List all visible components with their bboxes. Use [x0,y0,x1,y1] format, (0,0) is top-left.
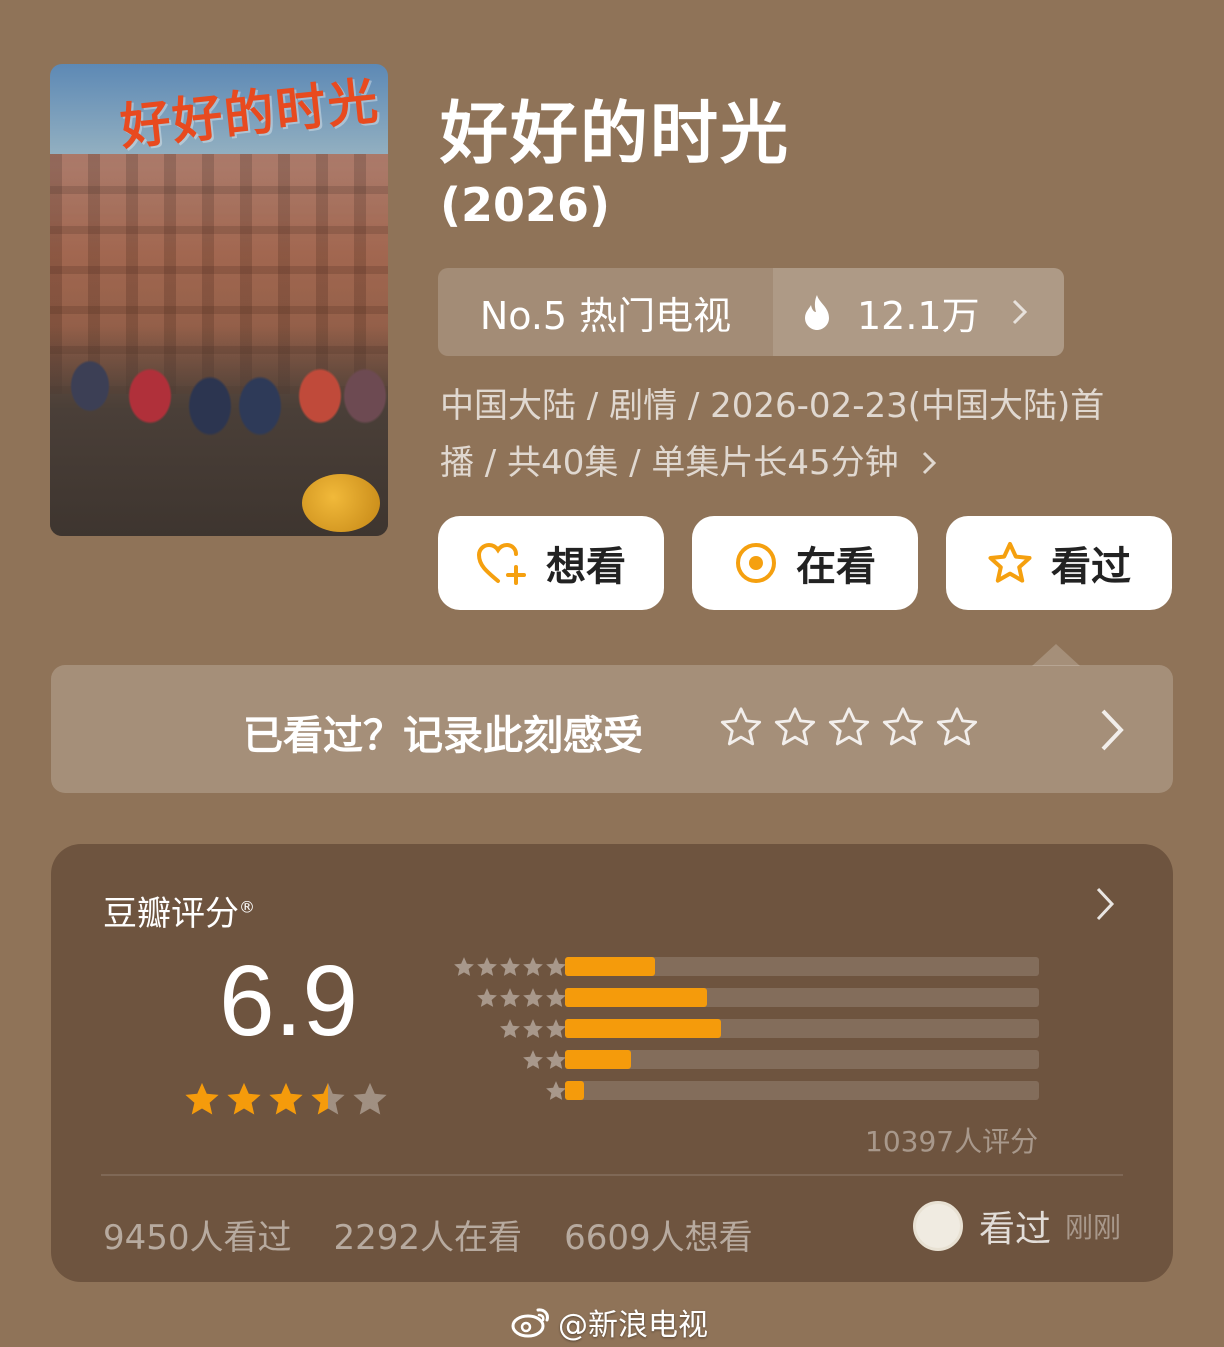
distribution-stars [545,1080,567,1101]
target-icon [736,543,776,583]
my-status-label: 看过 [978,1209,1051,1250]
distribution-track [565,1050,1039,1069]
small-star-icon [523,1050,543,1069]
watched-button[interactable]: 看过 [946,516,1172,610]
score-star [269,1082,303,1115]
weibo-watermark: @新浪电视 [510,1300,708,1344]
rating-count: 10397人评分 [865,1125,1039,1158]
heat-section[interactable]: 12.1万 [773,268,1064,356]
distribution-row [429,987,1049,1007]
score-stars [183,1080,389,1118]
heat-value: 12.1万 [857,293,980,338]
rate-stars[interactable] [719,705,979,749]
score-star [227,1082,261,1115]
small-star-icon [546,1081,566,1100]
distribution-bar [565,988,708,1007]
score-star [311,1082,345,1115]
distribution-bar [565,1050,632,1069]
distribution-row [429,1018,1049,1038]
watched-label: 看过 [1051,544,1131,590]
poster-image[interactable]: 好好的时光 [50,64,388,536]
small-star-icon [477,988,497,1007]
small-star-icon [477,957,497,976]
watch-stats: 9450人看过 2292人在看 6609人想看 [103,1210,753,1259]
distribution-row [429,1049,1049,1069]
small-star-icon [500,1019,520,1038]
distribution-stars [499,1018,567,1039]
flame-icon [805,295,829,330]
meta-line-2: 播 / 共40集 / 单集片长45分钟 [440,435,1160,492]
rank-badge[interactable]: No.5 热门电视 12.1万 [438,268,1064,356]
distribution-stars [522,1049,567,1070]
poster-title-art: 好好的时光 [117,70,383,157]
douban-rating-card[interactable]: 豆瓣评分® 6.9 10397人评分 9450人看过 2292人在看 6609人… [51,844,1173,1282]
watching-button[interactable]: 在看 [692,516,918,610]
distribution-track [565,1019,1039,1038]
watching-count: 2292人在看 [333,1218,523,1258]
rating-score: 6.9 [219,945,359,1057]
score-star [353,1082,387,1115]
rate-star-4[interactable] [881,705,925,749]
distribution-stars [476,987,567,1008]
rating-title: 豆瓣评分® [103,894,255,934]
distribution-stars [453,956,567,977]
want-to-watch-button[interactable]: 想看 [438,516,664,610]
small-star-icon [523,988,543,1007]
want-count: 6609人想看 [564,1218,753,1258]
tooltip-pointer [1032,644,1080,666]
small-star-icon [500,988,520,1007]
my-status-time: 刚刚 [1064,1211,1121,1244]
divider [101,1174,1123,1176]
distribution-row [429,1080,1049,1100]
distribution-row [429,956,1049,976]
weibo-icon [511,1308,549,1338]
rate-star-3[interactable] [827,705,871,749]
distribution-bar [565,957,656,976]
chevron-right-icon [1012,299,1027,325]
chevron-right-icon [923,451,937,475]
rank-label: No.5 热门电视 [479,293,732,338]
watermark-text: @新浪电视 [558,1308,708,1343]
my-status[interactable]: 看过 刚刚 [912,1200,1121,1252]
small-star-icon [546,1050,566,1069]
record-prompt: 已看过？记录此刻感受 [243,713,643,759]
small-star-icon [523,957,543,976]
chevron-right-icon [1101,709,1124,751]
poster-yarn [302,474,380,532]
star-outline-icon [988,542,1032,583]
distribution-track [565,957,1039,976]
show-meta[interactable]: 中国大陆 / 剧情 / 2026-02-23(中国大陆)首 播 / 共40集 /… [440,378,1160,492]
rate-star-5[interactable] [935,705,979,749]
rate-star-2[interactable] [773,705,817,749]
rate-star-1[interactable] [719,705,763,749]
distribution-track [565,1081,1039,1100]
distribution-track [565,988,1039,1007]
distribution-bar [565,1081,584,1100]
score-star [185,1082,219,1115]
chevron-right-icon [1096,887,1115,921]
heart-plus-icon [476,542,526,585]
meta-line-1: 中国大陆 / 剧情 / 2026-02-23(中国大陆)首 [440,386,1105,426]
small-star-icon [454,957,474,976]
record-feeling-card[interactable]: 已看过？记录此刻感受 [51,665,1173,793]
page-title: 好好的时光 [440,95,791,174]
watching-label: 在看 [796,544,876,590]
small-star-icon [500,957,520,976]
distribution-bar [565,1019,722,1038]
want-label: 想看 [546,544,626,590]
avatar [912,1201,963,1251]
small-star-icon [546,957,566,976]
small-star-icon [546,988,566,1007]
watched-count: 9450人看过 [103,1218,292,1258]
release-year: (2026) [440,178,611,232]
small-star-icon [546,1019,566,1038]
small-star-icon [523,1019,543,1038]
